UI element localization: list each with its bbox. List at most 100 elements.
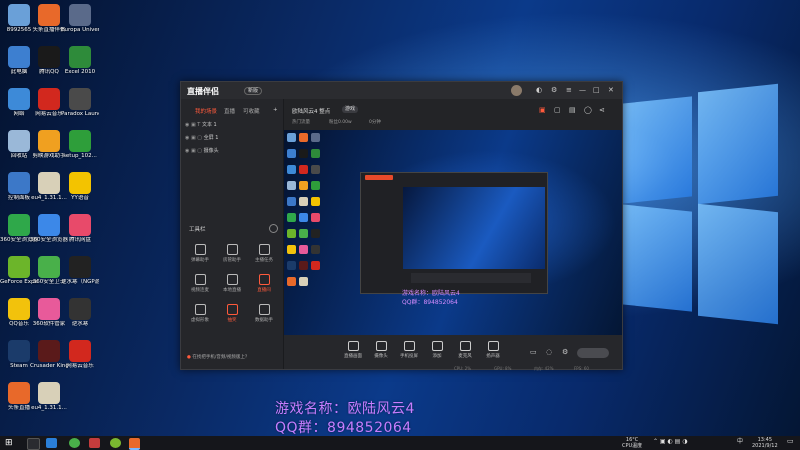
eye-icon[interactable]: ◉ bbox=[185, 135, 189, 141]
bag-icon[interactable]: ▢ bbox=[554, 106, 561, 114]
add-scene-icon[interactable]: + bbox=[273, 107, 278, 113]
edge-icon[interactable] bbox=[46, 438, 57, 448]
chat-icon bbox=[194, 244, 206, 255]
bottom-button-label: 麦克风 bbox=[458, 354, 472, 359]
desktop-icon[interactable]: Europa Universal... bbox=[61, 4, 99, 34]
preview-icon bbox=[287, 165, 296, 174]
stream-preview[interactable]: 游戏名称：欧陆风云4 QQ群：894852064 bbox=[284, 130, 622, 335]
app-icon bbox=[8, 340, 30, 362]
overlay-qq: QQ群：894852064 bbox=[275, 420, 412, 436]
collapse-icon[interactable] bbox=[269, 224, 278, 233]
tab-live[interactable]: 直播 bbox=[224, 107, 235, 115]
tool-chat[interactable]: 弹幕助手 bbox=[185, 244, 215, 263]
btn-add[interactable]: 添加 bbox=[425, 341, 449, 359]
lock-icon[interactable]: ▤ bbox=[569, 106, 576, 114]
record-icon[interactable]: ▭ bbox=[530, 348, 537, 356]
search-icon[interactable] bbox=[27, 438, 40, 450]
taskbar: ⊞ 16°C CPU温度 ⌃ ▣ ◐ ▤ ◑ 中 13:45 2021/9/12 ▭ bbox=[0, 436, 800, 450]
scene-item[interactable]: ◉ ▣ ▢ 摄像头 bbox=[185, 147, 219, 154]
360-browser-icon[interactable] bbox=[69, 438, 80, 448]
tool-user[interactable]: 房管助手 bbox=[217, 244, 247, 263]
desktop-icon-label: 逆水寒 bbox=[71, 321, 89, 327]
tool-label: 弹幕助手 bbox=[191, 258, 209, 263]
lock-icon[interactable]: ▣ bbox=[191, 122, 196, 128]
version-badge[interactable]: 新版 bbox=[244, 87, 263, 95]
app-icon bbox=[69, 340, 91, 362]
desktop-icon[interactable]: YY语音 bbox=[61, 172, 99, 202]
desktop-icon[interactable]: Excel 2010 bbox=[61, 46, 99, 76]
app-icon bbox=[38, 256, 60, 278]
room-title[interactable]: 欧陆风云4 整点 bbox=[292, 107, 330, 115]
eye-icon[interactable]: ◉ bbox=[185, 122, 189, 128]
btn-screen[interactable]: 直播画面 bbox=[341, 341, 365, 359]
tool-gift[interactable]: 直播间 bbox=[249, 274, 279, 293]
tool-gift-box[interactable]: 抽奖 bbox=[217, 304, 247, 323]
app-icon bbox=[8, 256, 30, 278]
tool-doc[interactable]: 数据助手 bbox=[249, 304, 279, 323]
clock[interactable]: 13:45 2021/9/12 bbox=[752, 437, 778, 449]
desktop-icon[interactable]: 网易云音乐 bbox=[61, 340, 99, 370]
user-icon[interactable]: ◯ bbox=[584, 106, 592, 114]
app-icon bbox=[38, 4, 60, 26]
app-icon bbox=[38, 214, 60, 236]
btn-speaker[interactable]: 扬声器 bbox=[481, 341, 505, 359]
preview-icon bbox=[311, 133, 320, 142]
scene-item[interactable]: ◉ ▣ T 文本 1 bbox=[185, 121, 217, 128]
desktop-icon[interactable]: Paradox Launcher v2 bbox=[61, 88, 99, 118]
desktop-icon-label: setup_102... bbox=[63, 153, 97, 159]
desktop-icon-label: 逆水寒（NGP游戏） bbox=[61, 279, 99, 285]
desktop-icon[interactable]: eu4_1.31.1... bbox=[30, 382, 68, 412]
start-icon[interactable]: ⊞ bbox=[5, 438, 16, 448]
app-icon bbox=[38, 46, 60, 68]
scene-label: 摄像头 bbox=[203, 148, 219, 154]
lock-icon[interactable]: ▣ bbox=[191, 148, 196, 154]
live-companion-window: 直播伴侣 新版 ◐ ⚙ ≡ — □ ✕ 我的场景 直播 可收藏 + ◉ ▣ T … bbox=[180, 81, 623, 371]
settings-icon[interactable]: ⚙ bbox=[562, 348, 568, 356]
bottom-button-label: 添加 bbox=[432, 354, 442, 359]
lock-icon[interactable]: ▣ bbox=[191, 135, 196, 141]
preview-icon bbox=[299, 213, 308, 222]
notification-icon[interactable]: ▭ bbox=[787, 438, 794, 445]
desktop-icon[interactable]: setup_102... bbox=[61, 130, 99, 160]
maximize-button[interactable]: □ bbox=[593, 86, 600, 94]
eye-icon[interactable]: ◉ bbox=[185, 148, 189, 154]
minimize-button[interactable]: — bbox=[579, 86, 586, 94]
preview-icon bbox=[311, 213, 320, 222]
tool-task[interactable]: 主播任务 bbox=[249, 244, 279, 263]
input-language[interactable]: 中 bbox=[737, 439, 743, 445]
settings-icon[interactable]: ⚙ bbox=[551, 86, 557, 94]
preview-icon bbox=[299, 197, 308, 206]
tool-label: 数据助手 bbox=[255, 318, 273, 323]
close-button[interactable]: ✕ bbox=[608, 86, 614, 94]
scene-item[interactable]: ◉ ▣ ▢ 全屏 1 bbox=[185, 134, 218, 141]
desktop-icon[interactable]: 逆水寒 bbox=[61, 298, 99, 328]
btn-mic[interactable]: 麦克风 bbox=[453, 341, 477, 359]
gift-icon[interactable]: ▣ bbox=[539, 106, 546, 114]
menu-icon[interactable]: ≡ bbox=[566, 86, 572, 94]
app-icon bbox=[38, 130, 60, 152]
room-tag[interactable]: 游戏 bbox=[342, 106, 359, 113]
share-icon[interactable]: ⋖ bbox=[599, 106, 605, 114]
preview-icon bbox=[287, 197, 296, 206]
avatar[interactable] bbox=[511, 85, 522, 96]
headset-icon[interactable]: ◐ bbox=[536, 86, 542, 94]
preview-game-name: 游戏名称：欧陆风云4 bbox=[402, 290, 460, 297]
tab-favorites[interactable]: 可收藏 bbox=[243, 107, 260, 115]
desktop-icon[interactable]: 腾讯网盘 bbox=[61, 214, 99, 244]
tab-scenes[interactable]: 我的场景 bbox=[195, 107, 217, 115]
tool-download[interactable]: 本地直播 bbox=[217, 274, 247, 293]
windows-logo-pane-br bbox=[698, 203, 778, 325]
desktop-icon-label: Europa Universal... bbox=[61, 27, 99, 33]
btn-camera[interactable]: 摄像头 bbox=[369, 341, 393, 359]
tray-icons[interactable]: ⌃ ▣ ◐ ▤ ◑ bbox=[653, 439, 687, 445]
tool-avatar[interactable]: 虚拟形象 bbox=[185, 304, 215, 323]
live-companion-taskbar-icon[interactable] bbox=[129, 438, 140, 450]
tool-video[interactable]: 视频连麦 bbox=[185, 274, 215, 293]
btn-phone[interactable]: 手机投屏 bbox=[397, 341, 421, 359]
notice-text[interactable]: ● 在找把手机/音频/视频版上？ bbox=[187, 354, 249, 360]
game-icon[interactable] bbox=[89, 438, 100, 448]
status-icon[interactable]: ◌ bbox=[546, 348, 552, 356]
desktop-icon[interactable]: 逆水寒（NGP游戏） bbox=[61, 256, 99, 286]
start-live-button[interactable] bbox=[577, 348, 609, 358]
qq-browser-icon[interactable] bbox=[110, 438, 121, 448]
